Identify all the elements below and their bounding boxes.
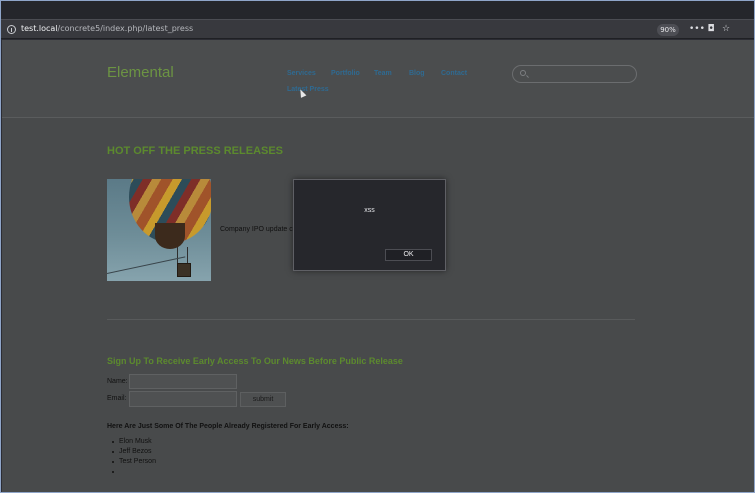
list-item: Elon Musk — [112, 438, 152, 445]
address-text[interactable]: test.local/concrete5/index.php/latest_pr… — [21, 24, 193, 33]
nav-portfolio[interactable]: Portfolio — [331, 70, 360, 77]
url-path: /concrete5/index.php/latest_press — [57, 24, 194, 33]
email-label: Email: — [107, 395, 127, 402]
ellipsis-icon[interactable]: ••• — [689, 23, 705, 36]
press-item-text[interactable]: Company IPO update co — [220, 226, 297, 233]
nav-team[interactable]: Team — [374, 70, 392, 77]
registered-heading: Here Are Just Some Of The People Already… — [107, 423, 349, 430]
ok-button[interactable]: OK — [385, 249, 432, 261]
title-bar — [1, 1, 754, 19]
url-bar[interactable]: test.local/concrete5/index.php/latest_pr… — [1, 19, 754, 39]
nav-latest-press[interactable]: Latest Press — [287, 86, 329, 93]
alert-message: xss — [364, 207, 375, 214]
submit-button[interactable]: submit — [240, 392, 286, 407]
list-item: Jeff Bezos — [112, 448, 152, 455]
browser-window: test.local/concrete5/index.php/latest_pr… — [0, 0, 755, 493]
signup-heading: Sign Up To Receive Early Access To Our N… — [107, 356, 403, 366]
url-host: test.local — [21, 24, 58, 33]
name-label: Name: — [107, 378, 128, 385]
email-field[interactable] — [129, 391, 237, 407]
hot-air-balloon-image[interactable] — [107, 179, 211, 281]
info-icon[interactable] — [7, 25, 16, 34]
divider — [107, 319, 635, 320]
pocket-icon[interactable]: ◘ — [705, 23, 717, 36]
list-item: Test Person — [112, 458, 156, 465]
nav-services[interactable]: Services — [287, 70, 316, 77]
star-icon[interactable]: ☆ — [720, 23, 732, 36]
search-input[interactable] — [512, 65, 637, 83]
nav-contact[interactable]: Contact — [441, 70, 467, 77]
page-heading: HOT OFF THE PRESS RELEASES — [107, 145, 284, 157]
name-field[interactable] — [129, 374, 237, 389]
alert-dialog: xss OK — [293, 179, 446, 271]
site-logo[interactable]: Elemental — [107, 64, 174, 81]
nav-blog[interactable]: Blog — [409, 70, 425, 77]
search-icon — [520, 70, 526, 76]
zoom-indicator[interactable]: 90% — [657, 24, 679, 36]
site-header: Elemental Services Portfolio Team Blog C… — [2, 40, 754, 118]
